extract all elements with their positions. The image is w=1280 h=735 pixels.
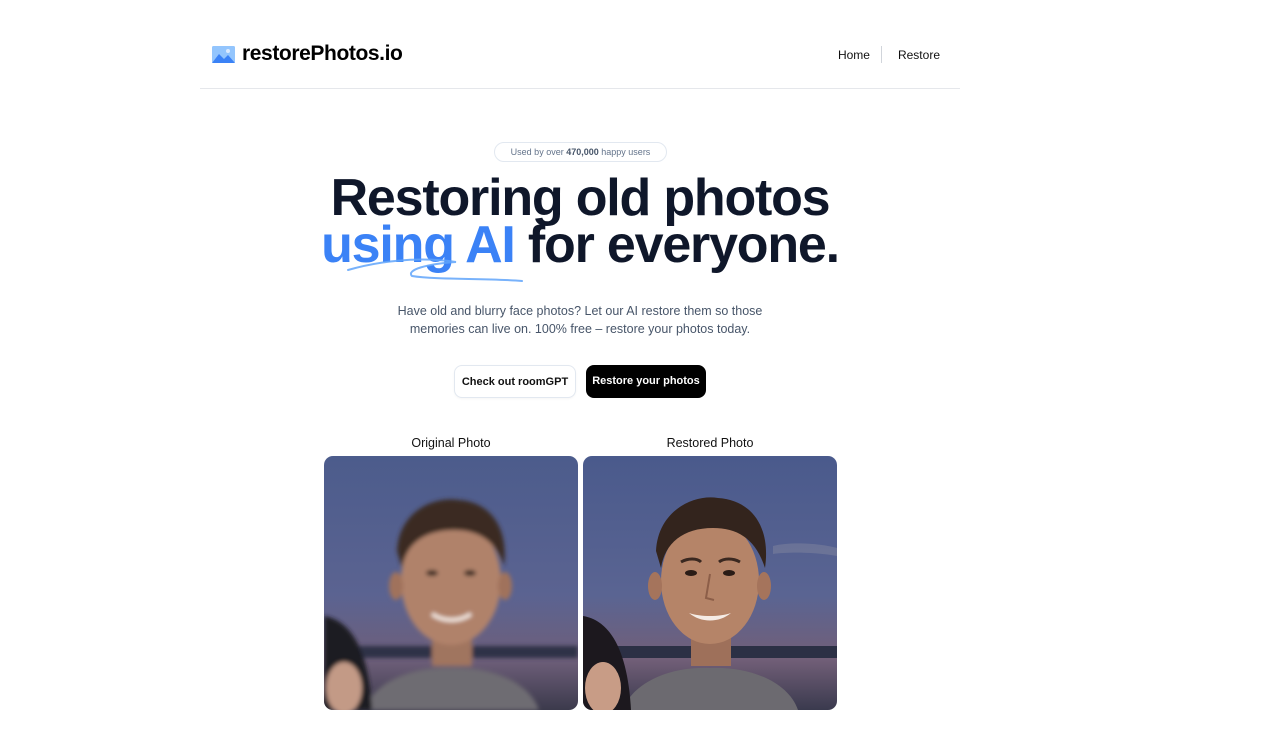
users-badge: Used by over 470,000 happy users — [494, 142, 667, 162]
nav-home-link[interactable]: Home — [838, 48, 881, 62]
hero-description: Have old and blurry face photos? Let our… — [397, 304, 763, 336]
badge-count: 470,000 — [566, 147, 599, 157]
brand-name: restorePhotos.io — [242, 42, 403, 65]
restored-photo — [583, 456, 837, 710]
original-photo-label: Original Photo — [411, 436, 491, 450]
check-out-roomgpt-button[interactable]: Check out roomGPT — [454, 365, 576, 398]
restore-your-photos-button[interactable]: Restore your photos — [586, 365, 706, 398]
hero-title-rest: for everyone. — [527, 216, 840, 274]
accent-underline-icon — [347, 258, 523, 282]
nav-restore-link[interactable]: Restore — [882, 48, 940, 62]
badge-prefix: Used by over — [510, 147, 564, 157]
badge-suffix: happy users — [601, 147, 651, 157]
site-header: restorePhotos.io Home Restore — [200, 0, 960, 89]
brand-logo[interactable]: restorePhotos.io — [212, 42, 403, 66]
main-nav: Home Restore — [838, 46, 940, 63]
image-icon — [212, 45, 235, 63]
original-photo — [324, 456, 578, 710]
restored-photo-label: Restored Photo — [666, 436, 754, 450]
hero-title-line2: using AI for everyone. — [0, 219, 1160, 271]
